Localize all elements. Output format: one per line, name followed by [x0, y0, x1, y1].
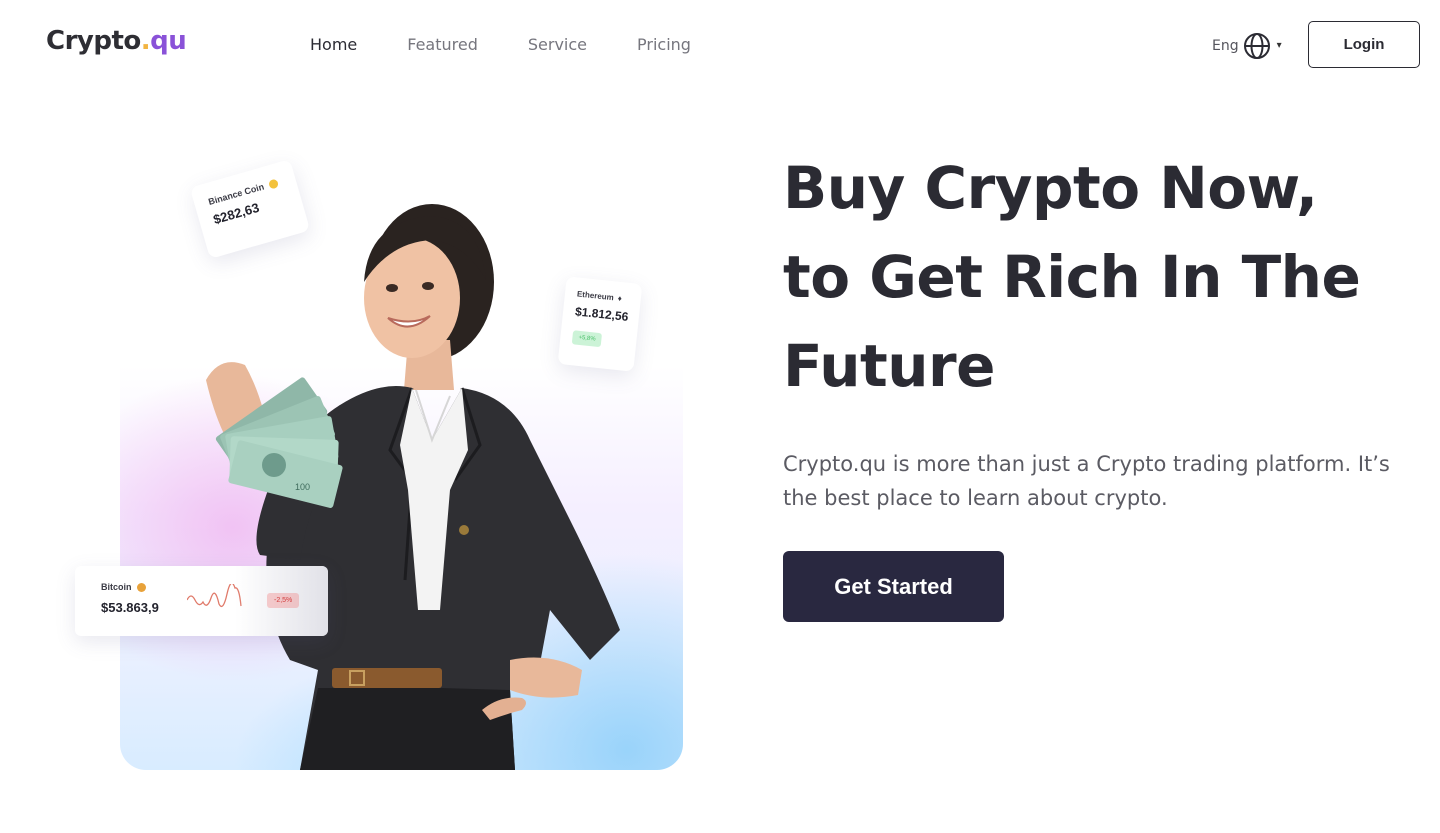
chevron-down-icon: ▾ [1276, 40, 1282, 51]
login-button[interactable]: Login [1308, 21, 1420, 68]
logo-suffix: qu [150, 26, 187, 56]
svg-text:100: 100 [295, 482, 310, 492]
nav-link-pricing[interactable]: Pricing [637, 35, 691, 54]
brand-logo[interactable]: Crypto.qu [46, 26, 187, 56]
hero-headline: Buy Crypto Now, to Get Rich In The Futur… [783, 154, 1361, 400]
get-started-button[interactable]: Get Started [783, 551, 1004, 622]
globe-icon [1243, 33, 1270, 59]
bitcoin-icon [136, 582, 146, 592]
ethereum-name: Ethereum [576, 289, 615, 303]
ethereum-change-badge: +5,8% [571, 330, 603, 348]
ethereum-row: Ethereum ♦ [577, 289, 642, 305]
bitcoin-price: $53.863,9 [101, 600, 159, 615]
bitcoin-card: Bitcoin $53.863,9 -2,5% [75, 566, 328, 636]
bitcoin-change-badge: -2,5% [267, 593, 300, 608]
hero-visual: 100 Binance Coin $282,63 Ethereum ♦ $1.8… [0, 90, 760, 833]
logo-dot: . [140, 26, 151, 56]
logo-text: Crypto [46, 26, 141, 56]
bitcoin-row: Bitcoin [101, 582, 146, 592]
nav-link-service[interactable]: Service [528, 35, 587, 54]
ethereum-card: Ethereum ♦ $1.812,56 +5,8% [557, 276, 643, 372]
ethereum-price: $1.812,56 [574, 304, 630, 324]
language-label: Eng [1212, 38, 1239, 54]
hero-description: Crypto.qu is more than just a Crypto tra… [783, 452, 1390, 510]
nav-link-home[interactable]: Home [310, 35, 357, 54]
site-header: Crypto.qu Home Featured Service Pricing … [0, 0, 1440, 90]
language-selector[interactable]: Eng ▾ [1212, 32, 1282, 60]
bitcoin-name: Bitcoin [101, 582, 132, 592]
main-nav: Home Featured Service Pricing [310, 35, 741, 54]
ethereum-icon: ♦ [617, 293, 623, 304]
nav-link-featured[interactable]: Featured [407, 35, 478, 54]
binance-coin-icon [267, 178, 279, 190]
